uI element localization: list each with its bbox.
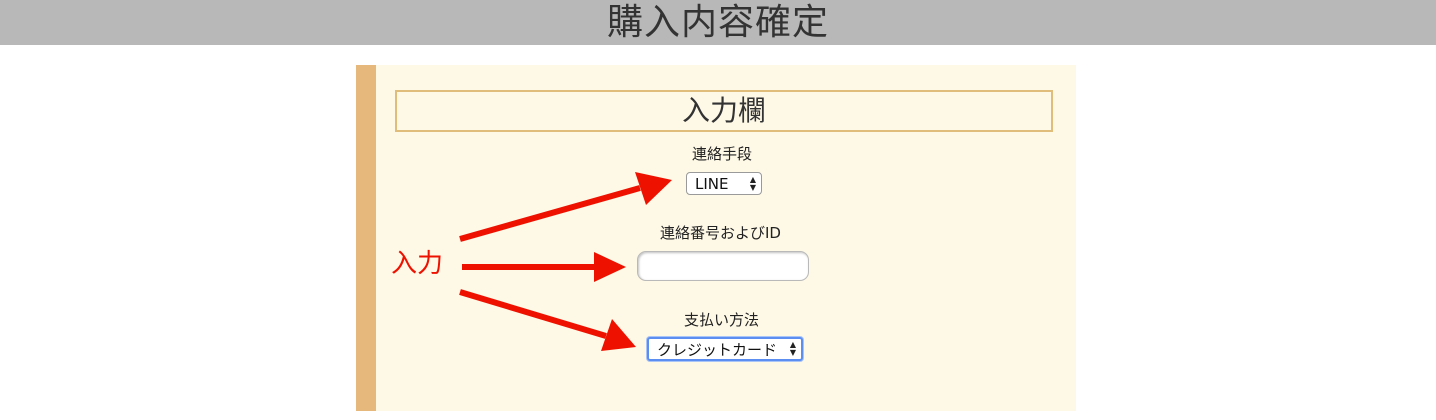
payment-method-value: クレジットカード [657,340,778,359]
contact-id-label: 連絡番号およびID [660,224,781,242]
input-panel: 入力欄 連絡手段 LINE ▲ ▼ 連絡番号およびID 支払い方法 クレジットカー… [356,65,1076,411]
contact-id-input[interactable] [637,251,809,281]
section-header: 入力欄 [395,90,1053,132]
contact-method-value: LINE [695,174,729,193]
page: 購入内容確定 入力欄 連絡手段 LINE ▲ ▼ 連絡番号およびID 支払い方法 … [0,0,1436,420]
select-arrows-icon: ▲ ▼ [789,340,796,357]
section-title: 入力欄 [681,94,766,127]
payment-method-select[interactable]: クレジットカード ▲ ▼ [647,337,803,361]
contact-method-select[interactable]: LINE ▲ ▼ [686,172,762,195]
title-bar: 購入内容確定 [0,0,1436,45]
payment-method-label: 支払い方法 [684,311,760,329]
select-arrows-icon: ▲ ▼ [749,174,756,192]
page-title: 購入内容確定 [606,2,829,43]
contact-method-label: 連絡手段 [692,145,753,163]
annotation-label: 入力 [391,249,444,279]
panel-accent-stripe [356,65,376,411]
